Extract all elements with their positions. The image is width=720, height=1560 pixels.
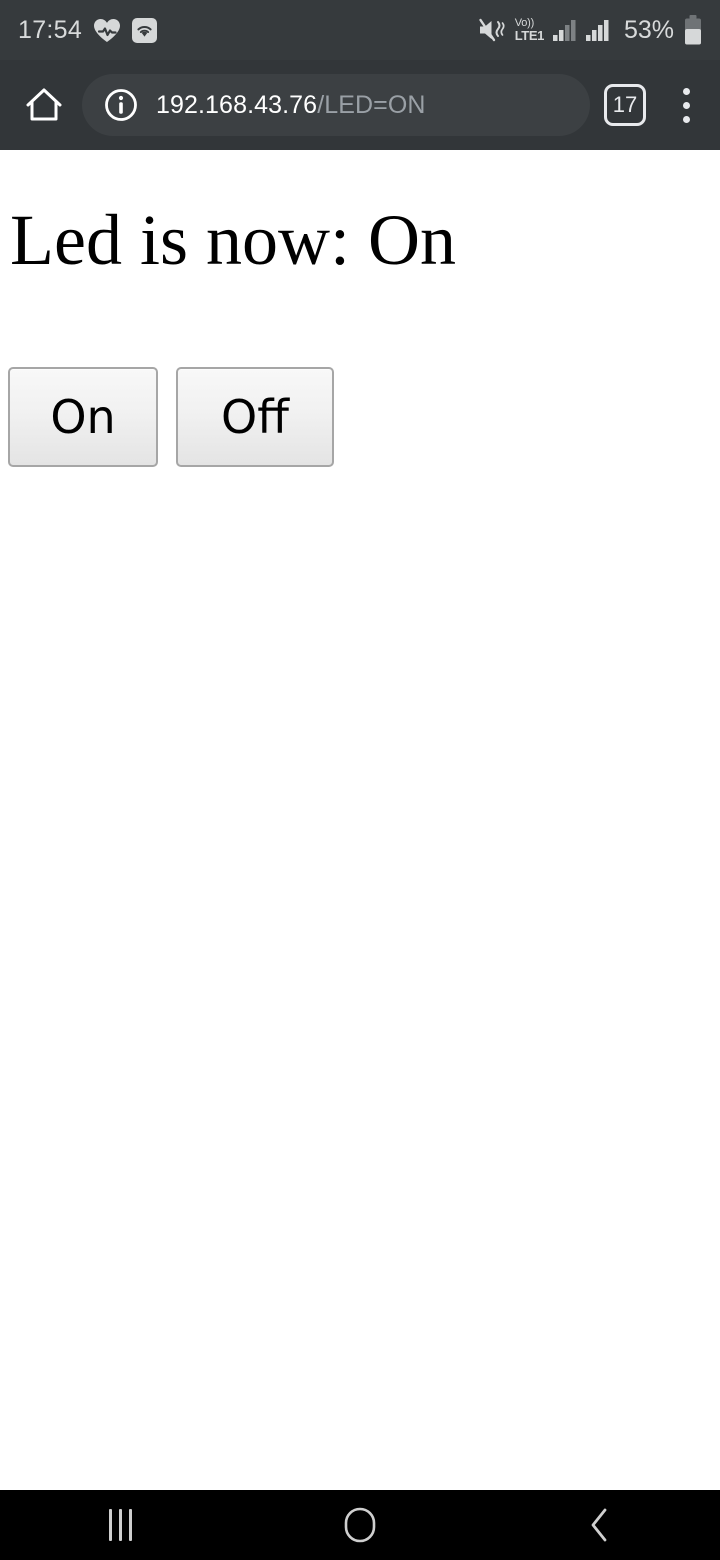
page-title: Led is now: On xyxy=(10,200,456,280)
home-icon[interactable] xyxy=(16,77,72,133)
info-circle-icon[interactable] xyxy=(104,88,138,122)
recents-bar xyxy=(128,1509,132,1541)
battery-percent-label: 53% xyxy=(623,15,674,44)
system-navigation-bar xyxy=(0,1490,720,1560)
wifi-icon xyxy=(132,17,158,43)
led-off-button[interactable]: Off xyxy=(176,366,334,467)
back-chevron-icon[interactable] xyxy=(525,1490,675,1560)
menu-dot xyxy=(682,87,690,95)
browser-toolbar: 192.168.43.76/LED=ON 17 xyxy=(0,60,720,150)
recents-bar xyxy=(108,1509,112,1541)
battery-icon xyxy=(684,15,702,45)
tab-count-label: 17 xyxy=(612,92,638,117)
signal-bars-icon-1 xyxy=(552,18,578,42)
menu-dot xyxy=(682,101,690,109)
heart-health-icon xyxy=(93,18,121,43)
status-bar: 17:54 Vo)) LTE1 53% xyxy=(0,0,720,60)
volte-label-bottom: LTE1 xyxy=(514,28,545,43)
url-bar[interactable]: 192.168.43.76/LED=ON xyxy=(82,74,590,136)
signal-bars-icon-2 xyxy=(585,18,611,42)
tab-counter-button[interactable]: 17 xyxy=(604,84,646,126)
status-clock: 17:54 xyxy=(18,15,83,44)
status-bar-right: Vo)) LTE1 53% xyxy=(478,15,702,45)
url-path: /LED=ON xyxy=(317,90,426,119)
home-circle-icon[interactable] xyxy=(285,1490,435,1560)
phone-screen: 17:54 Vo)) LTE1 53% 192.168.43.76/LED=ON… xyxy=(0,0,720,1560)
recents-icon[interactable] xyxy=(45,1490,195,1560)
web-page-content: Led is now: On On Off xyxy=(0,150,720,1490)
led-button-row: On Off xyxy=(8,366,720,467)
url-text[interactable]: 192.168.43.76/LED=ON xyxy=(156,91,426,120)
led-on-button[interactable]: On xyxy=(8,366,158,467)
menu-dot xyxy=(682,115,690,123)
overflow-menu-icon[interactable] xyxy=(668,77,704,133)
recents-bar xyxy=(118,1509,122,1541)
volte-icon: Vo)) LTE1 xyxy=(514,18,545,43)
status-bar-left: 17:54 xyxy=(18,15,158,45)
url-host: 192.168.43.76 xyxy=(156,90,318,119)
mute-vibrate-icon xyxy=(478,17,508,43)
